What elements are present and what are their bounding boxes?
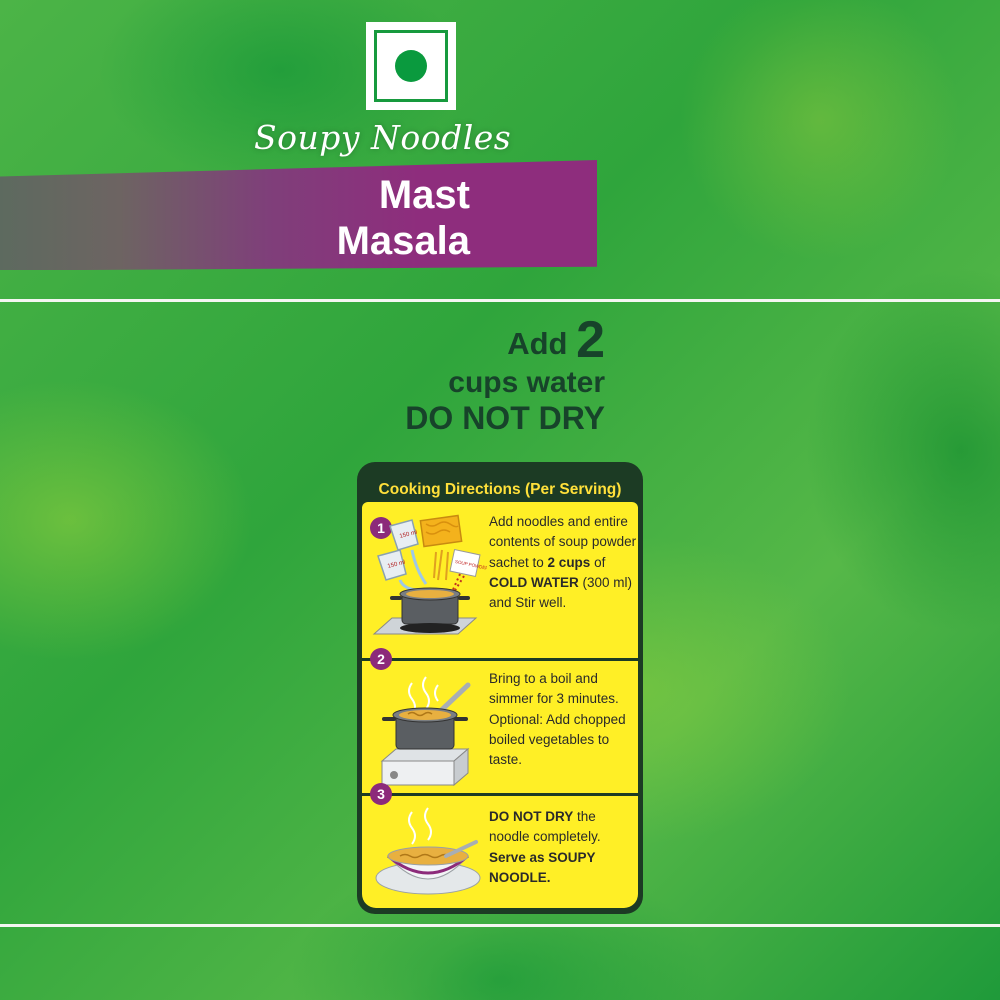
cooking-pot-icon — [372, 587, 478, 635]
variant-banner — [0, 160, 597, 270]
step-3-panel: 3 DO NOT DRY the noodle completely. Serv… — [362, 783, 638, 908]
add-word: Add — [507, 326, 568, 361]
soup-bowl-icon — [375, 840, 481, 895]
step-1-text: Add noodles and entire contents of soup … — [489, 514, 637, 611]
step-3-text: DO NOT DRY the noodle completely. Serve … — [489, 809, 601, 885]
variant-line-1: Mast — [378, 173, 470, 217]
cups-water-text: cups water — [448, 366, 605, 399]
cooking-directions-title: Cooking Directions (Per Serving) — [378, 481, 622, 498]
noodle-block-icon — [419, 514, 463, 548]
add-water-illustration: 150 ml 150 ml SOUP POWDER — [372, 514, 487, 635]
cooking-directions-card: Cooking Directions (Per Serving) 1 150 m… — [357, 462, 643, 914]
soup-sachet-icon: SOUP POWDER — [449, 548, 487, 578]
divider-line-top — [0, 299, 1000, 302]
step-2-text: Bring to a boil and simmer for 3 minutes… — [489, 671, 626, 768]
do-not-dry-warning: DO NOT DRY — [405, 400, 605, 436]
step-2-panel: 2 Bring to a boil and simmer for 3 minut… — [362, 648, 638, 793]
cups-number: 2 — [576, 311, 605, 369]
stove-icon — [380, 747, 470, 787]
variant-name: Mast Masala — [300, 172, 470, 264]
step-2-number: 2 — [370, 648, 392, 670]
serve-illustration — [375, 807, 481, 895]
boil-illustration — [380, 676, 471, 787]
divider-line-bottom — [0, 924, 1000, 927]
product-line-title: Soupy Noodles — [254, 118, 512, 157]
step-3-number: 3 — [370, 783, 392, 805]
step-1-panel: 1 150 ml 150 ml SOUP POWDER Add noodles … — [362, 502, 638, 658]
water-instruction: Add 2 cups water DO NOT DRY — [300, 314, 605, 436]
cooking-pot-icon — [382, 707, 468, 750]
veg-mark-icon — [366, 22, 456, 110]
variant-line-2: Masala — [336, 219, 470, 263]
